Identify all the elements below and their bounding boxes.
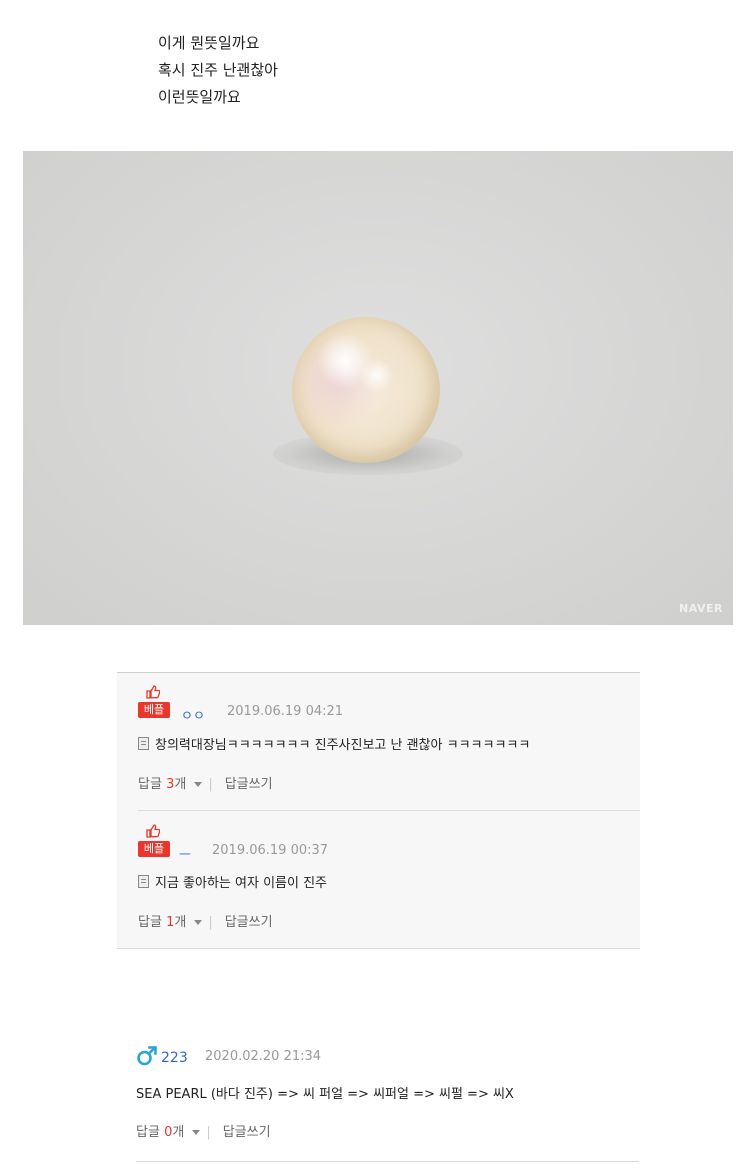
comment-text: 창의력대장님ㅋㅋㅋㅋㅋㅋㅋ 진주사진보고 난 괜찮아 ㅋㅋㅋㅋㅋㅋㅋ [155,738,531,753]
reply-row: 답글 0개 | 답글쓰기 [136,1121,271,1140]
reply-label: 답글 [136,1125,160,1140]
separator: | [208,777,213,792]
reply-unit: 개 [174,777,187,792]
post-body: 이게 뭔뜻일까요 혹시 진주 난괜찮아 이런뜻일까요 [158,30,278,111]
pearl-photo: NAVER [23,151,733,625]
comment-divider [138,810,640,811]
reply-row: 답글 1개 | 답글쓰기 [138,911,273,930]
best-comment: 베플 ㅇㅇ 2019.06.19 04:21 창의력대장님ㅋㅋㅋㅋㅋㅋㅋ 진주사… [138,685,640,811]
male-icon [137,1045,157,1066]
comment: 223 2020.02.20 21:34 SEA PEARL (바다 진주) =… [136,1045,639,1162]
reply-toggle[interactable]: 답글 0개 [136,1125,206,1140]
separator: | [208,915,213,930]
best-comments-box: 베플 ㅇㅇ 2019.06.19 04:21 창의력대장님ㅋㅋㅋㅋㅋㅋㅋ 진주사… [117,672,640,949]
post-line: 혹시 진주 난괜찮아 [158,61,278,79]
write-reply-link[interactable]: 답글쓰기 [225,777,273,792]
chevron-down-icon [194,920,203,925]
comment-body: 창의력대장님ㅋㅋㅋㅋㅋㅋㅋ 진주사진보고 난 괜찮아 ㅋㅋㅋㅋㅋㅋㅋ [138,734,530,753]
reply-toggle[interactable]: 답글 3개 [138,777,208,792]
reply-label: 답글 [138,915,162,930]
post-line: 이런뜻일까요 [158,88,241,106]
comment-date: 2019.06.19 04:21 [227,704,344,719]
comment-date: 2019.06.19 00:37 [212,843,329,858]
comment-text: 지금 좋아하는 여자 이름이 진주 [155,876,328,891]
chevron-down-icon [192,1130,201,1135]
comment-body: 지금 좋아하는 여자 이름이 진주 [138,872,327,891]
memo-icon [138,737,149,750]
post-line: 이게 뭔뜻일까요 [158,34,260,52]
naver-watermark: NAVER [679,602,723,615]
best-comment: 베플 ㅡ 2019.06.19 00:37 지금 좋아하는 여자 이름이 진주 … [138,824,640,944]
reply-row: 답글 3개 | 답글쓰기 [138,773,273,792]
comment-date: 2020.02.20 21:34 [205,1049,322,1064]
reply-toggle[interactable]: 답글 1개 [138,915,208,930]
reply-unit: 개 [172,1125,185,1140]
best-badge: 베플 [138,841,170,857]
best-badge: 베플 [138,702,170,718]
chevron-down-icon [194,782,203,787]
memo-icon [138,875,149,888]
reply-unit: 개 [174,915,187,930]
thumbs-up-icon [146,685,160,699]
write-reply-link[interactable]: 답글쓰기 [223,1125,271,1140]
reply-label: 답글 [138,777,162,792]
pearl [292,317,440,463]
comment-nick[interactable]: ㅡ [179,844,191,863]
comment-nick[interactable]: 223 [161,1050,188,1066]
comment-nick[interactable]: ㅇㅇ [181,705,205,724]
thumbs-up-icon [146,824,160,838]
comment-text: SEA PEARL (바다 진주) => 씨 퍼얼 => 씨퍼얼 => 씨펄 =… [136,1087,514,1102]
write-reply-link[interactable]: 답글쓰기 [225,915,273,930]
separator: | [206,1125,211,1140]
